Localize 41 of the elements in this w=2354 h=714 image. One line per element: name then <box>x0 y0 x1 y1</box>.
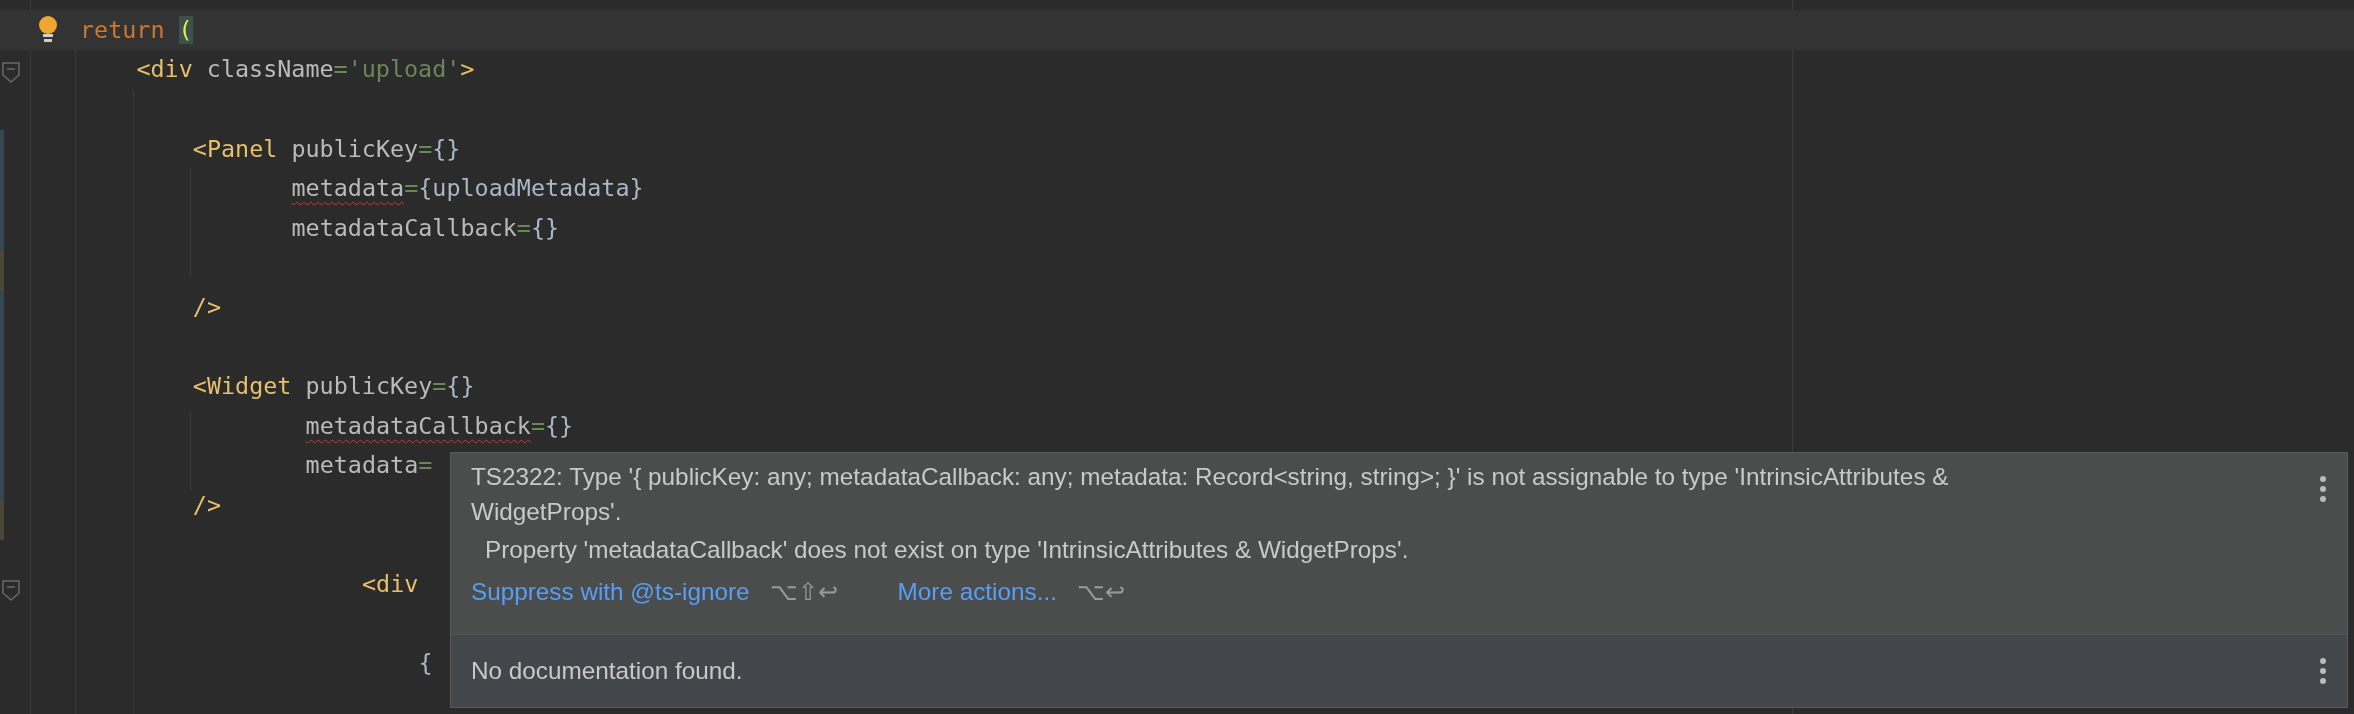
attribute-token: metadata <box>305 451 419 480</box>
equals-token: = <box>333 55 348 84</box>
attribute-token: publicKey <box>291 134 419 163</box>
shortcut-hint: ⌥⇧↩ <box>769 577 838 606</box>
shortcut-hint: ⌥↩ <box>1076 577 1125 606</box>
expression-token: { <box>418 649 433 678</box>
equals-token: = <box>530 411 545 440</box>
error-message: TS2322: Type '{ publicKey: any; metadataCallback: any; metadata: Record<string, string>; }' is not assignable to type 'IntrinsicAttributes & WidgetProps'. <box>471 462 1950 527</box>
expression-token: {} <box>545 411 574 440</box>
documentation-text: No documentation found. <box>471 657 743 685</box>
attribute-token: metadata <box>291 174 405 203</box>
fold-icon[interactable] <box>2 580 20 602</box>
attribute-token: metadataCallback <box>291 213 517 242</box>
tag-token: /> <box>192 490 221 519</box>
tag-token: > <box>460 55 475 84</box>
tag-token: /> <box>192 292 221 321</box>
tag-token: <div <box>136 55 193 84</box>
expression-token: {uploadMetadata} <box>418 174 644 203</box>
paren-token: ( <box>178 15 193 44</box>
attribute-token: className <box>206 55 334 84</box>
tag-token: <Widget <box>192 372 292 401</box>
tag-token: <Panel <box>192 134 278 163</box>
attribute-token: metadataCallback <box>305 411 531 440</box>
string-token: 'upload' <box>347 55 461 84</box>
expression-token: {} <box>432 134 461 163</box>
tag-token: <div <box>362 570 419 599</box>
equals-token: = <box>418 451 433 480</box>
equals-token: = <box>404 174 419 203</box>
equals-token: = <box>516 213 531 242</box>
error-detail: Property 'metadataCallback' does not exist on type 'IntrinsicAttributes & WidgetProps'. <box>485 535 1410 565</box>
more-icon[interactable] <box>2319 657 2327 685</box>
fold-icon[interactable] <box>2 62 20 84</box>
expression-token: {} <box>446 372 475 401</box>
expression-token: {} <box>530 213 560 242</box>
action-link[interactable]: More actions... <box>897 577 1057 606</box>
equals-token: = <box>432 372 447 401</box>
equals-token: = <box>418 134 433 163</box>
more-icon[interactable] <box>2319 475 2327 503</box>
keyword-token: return <box>80 15 165 44</box>
action-link[interactable]: Suppress with @ts-ignore <box>471 577 750 606</box>
attribute-token: publicKey <box>305 372 433 401</box>
